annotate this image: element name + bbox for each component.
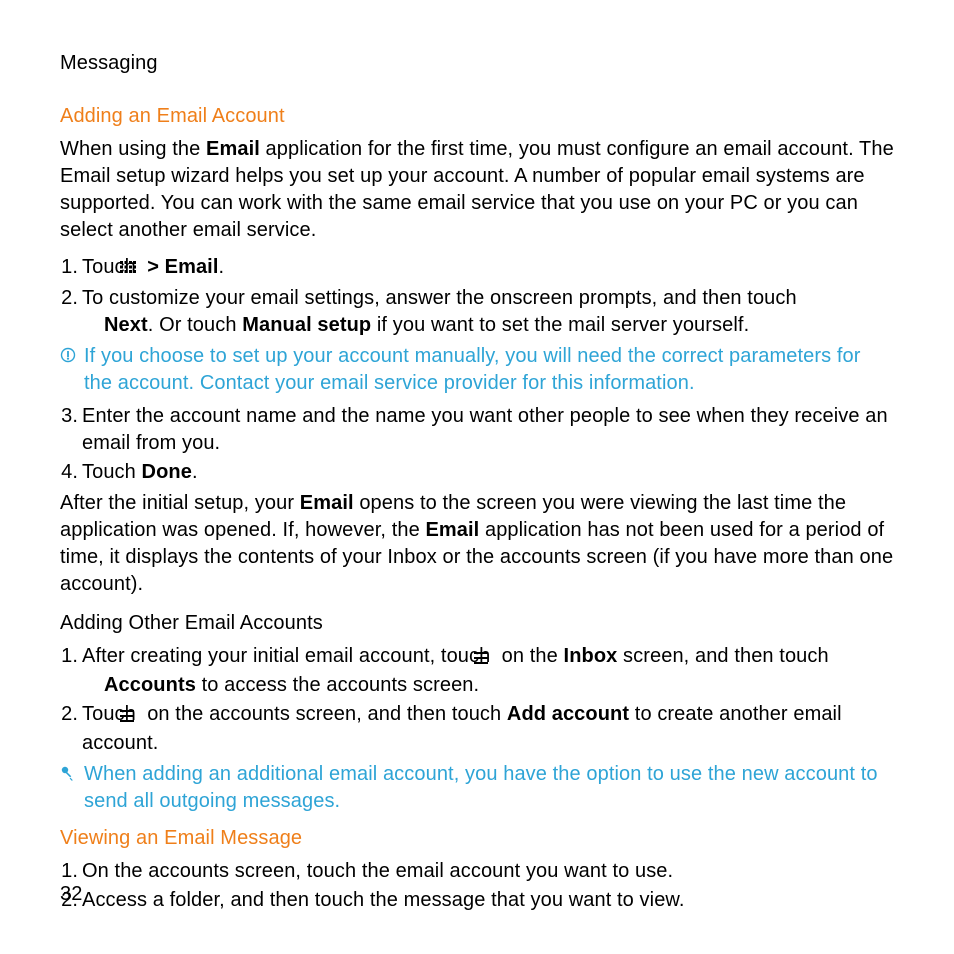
step-1: 1.After creating your initial email acco…: [60, 643, 894, 699]
bold-inbox: Inbox: [564, 645, 618, 667]
step-2: 2.Access a folder, and then touch the me…: [60, 887, 894, 914]
step-number: 1.: [60, 254, 78, 281]
bold-email: Email: [300, 492, 354, 514]
text: After the initial setup, your: [60, 492, 300, 514]
steps-adding-email-cont: 3.Enter the account name and the name yo…: [60, 403, 894, 486]
step-number: 2.: [60, 285, 78, 312]
step-1: 1.On the accounts screen, touch the emai…: [60, 858, 894, 885]
text: On the accounts screen, touch the email …: [82, 860, 673, 882]
step-2: 2.To customize your email settings, answ…: [60, 285, 894, 339]
step-number: 1.: [60, 643, 78, 670]
text: to access the accounts screen.: [196, 674, 479, 696]
text: if you want to set the mail server yours…: [371, 314, 749, 336]
text: .: [219, 256, 225, 278]
text: . Or touch: [148, 314, 242, 336]
bold-done: Done: [142, 461, 192, 483]
step-number: 4.: [60, 459, 78, 486]
step-3: 3.Enter the account name and the name yo…: [60, 403, 894, 457]
page-number: 32: [60, 881, 82, 908]
bold-email: Email: [206, 138, 260, 160]
section-title-viewing-email: Viewing an Email Message: [60, 825, 894, 852]
steps-viewing-email: 1.On the accounts screen, touch the emai…: [60, 858, 894, 914]
steps-adding-email: 1.Touch > Email. 2.To customize your ema…: [60, 254, 894, 339]
tip-note: When adding an additional email account,…: [60, 761, 894, 815]
after-setup-paragraph: After the initial setup, your Email open…: [60, 490, 894, 598]
text: screen, and then touch: [617, 645, 828, 667]
text: Enter the account name and the name you …: [82, 405, 888, 454]
steps-adding-other: 1.After creating your initial email acco…: [60, 643, 894, 757]
text: After creating your initial email accoun…: [82, 645, 496, 667]
text: >: [147, 256, 164, 278]
step-number: 3.: [60, 403, 78, 430]
bold-email: Email: [165, 256, 219, 278]
bold-next: Next: [104, 314, 148, 336]
text: Access a folder, and then touch the mess…: [82, 889, 685, 911]
text: When using the: [60, 138, 206, 160]
note-text: If you choose to set up your account man…: [84, 343, 894, 397]
step-number: 2.: [60, 701, 78, 728]
info-note: If you choose to set up your account man…: [60, 343, 894, 397]
bold-email: Email: [425, 519, 479, 541]
document-page: Messaging Adding an Email Account When u…: [0, 0, 954, 954]
page-header: Messaging: [60, 50, 894, 77]
section-title-adding-email: Adding an Email Account: [60, 103, 894, 130]
step-4: 4.Touch Done.: [60, 459, 894, 486]
bold-add-account: Add account: [507, 703, 629, 725]
intro-paragraph: When using the Email application for the…: [60, 136, 894, 244]
text: on the: [502, 645, 564, 667]
info-icon: [60, 347, 84, 363]
note-text: When adding an additional email account,…: [84, 761, 894, 815]
text: on the accounts screen, and then touch: [147, 703, 507, 725]
text: .: [192, 461, 198, 483]
text: To customize your email settings, answer…: [82, 287, 797, 309]
step-2: 2.Touch on the accounts screen, and then…: [60, 701, 894, 757]
subheading-adding-other: Adding Other Email Accounts: [60, 610, 894, 637]
text: Touch: [82, 461, 142, 483]
step-1: 1.Touch > Email.: [60, 254, 894, 283]
bold-accounts: Accounts: [104, 674, 196, 696]
tip-icon: [60, 765, 84, 781]
bold-manual-setup: Manual setup: [242, 314, 371, 336]
